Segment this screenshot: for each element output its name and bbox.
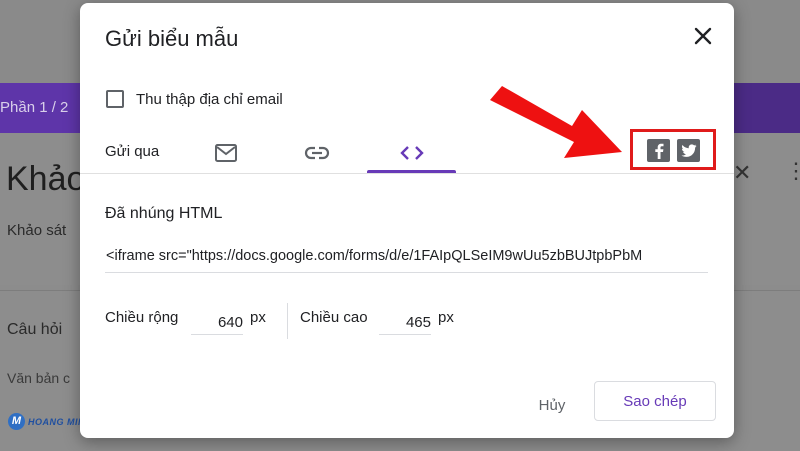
cancel-button[interactable]: Hủy [526,387,578,423]
answer-hint: Văn bản c [7,370,71,386]
copy-button[interactable]: Sao chép [594,381,716,421]
dialog-title: Gửi biểu mẫu [105,26,239,51]
annotation-arrow-icon [490,86,622,158]
embed-code-underline [105,272,708,273]
embed-code-field[interactable]: <iframe src="https://docs.google.com/for… [106,248,708,264]
more-vert-icon: ⋮ [785,158,800,183]
width-unit: px [250,309,266,326]
width-input[interactable]: 640 [191,312,243,335]
height-unit: px [438,309,454,326]
tab-embed-html[interactable] [367,131,456,175]
link-icon [304,146,330,160]
collect-email-checkbox[interactable] [106,90,124,108]
form-description: Khảo sát [7,222,67,239]
dimension-separator [287,303,288,339]
width-label: Chiều rộng [105,309,179,326]
height-label: Chiều cao [300,309,368,326]
logo-mark: M [8,413,25,430]
collect-email-label: Thu thập địa chỉ email [136,90,283,108]
close-icon [694,27,712,45]
question-title: Câu hỏi [7,321,63,338]
tabs-divider [80,173,734,174]
collapse-icon: ✕ [733,160,752,185]
annotation-highlight-box [630,129,716,170]
send-form-dialog: Gửi biểu mẫu Thu thập địa chỉ email Gửi … [80,3,734,438]
form-title: Khảo [6,160,86,198]
send-via-label: Gửi qua [105,143,160,160]
tab-email[interactable] [200,131,252,175]
tab-link[interactable] [291,131,343,175]
collect-email-row[interactable]: Thu thập địa chỉ email [106,90,283,108]
code-icon [399,146,424,160]
close-button[interactable] [689,22,717,50]
mail-icon [215,144,237,162]
height-input[interactable]: 465 [379,312,431,335]
embed-section-title: Đã nhúng HTML [105,205,223,222]
